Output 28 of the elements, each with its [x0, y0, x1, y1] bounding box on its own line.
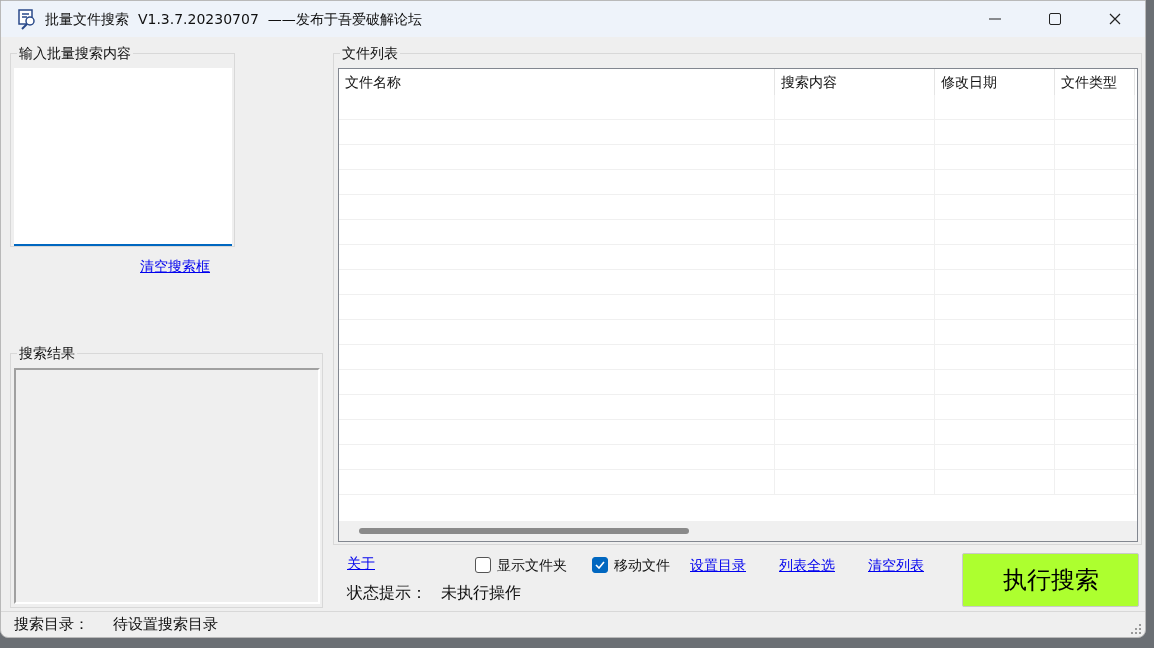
column-header[interactable]: 修改日期: [935, 69, 1055, 95]
column-header[interactable]: 文件类型: [1055, 69, 1135, 95]
window-title: 批量文件搜索 V1.3.7.20230707 ——发布于吾爱破解论坛: [45, 9, 422, 29]
group-label: 输入批量搜索内容: [17, 44, 133, 62]
link[interactable]: 清空列表: [868, 554, 924, 576]
checkbox[interactable]: [592, 557, 608, 573]
directory-label: 搜索目录：: [14, 614, 89, 636]
check-icon: [595, 561, 605, 569]
checkbox-label: 移动文件: [614, 555, 670, 575]
column-header[interactable]: 文件名称: [339, 69, 775, 95]
checkbox-label: 显示文件夹: [497, 555, 567, 575]
clear-search-link[interactable]: 清空搜索框: [140, 258, 210, 274]
group-label: 搜索结果: [17, 344, 77, 362]
status-label: 状态提示：: [347, 582, 427, 604]
maximize-icon: [1049, 13, 1061, 25]
group-label: 文件列表: [340, 44, 400, 62]
link[interactable]: 列表全选: [779, 554, 835, 576]
about-link[interactable]: 关于: [347, 553, 375, 574]
column-header[interactable]: 搜索内容: [775, 69, 935, 95]
checkbox[interactable]: [475, 557, 491, 573]
link[interactable]: 设置目录: [690, 554, 746, 576]
minimize-icon: [989, 18, 1001, 20]
close-icon: [1109, 13, 1121, 25]
directory-text: 待设置搜索目录: [113, 614, 218, 636]
resize-grip-icon: [1131, 624, 1141, 634]
run-search-button[interactable]: 执行搜索: [962, 553, 1139, 607]
scrollbar-thumb[interactable]: [359, 528, 689, 534]
status-text: 未执行操作: [441, 582, 521, 604]
